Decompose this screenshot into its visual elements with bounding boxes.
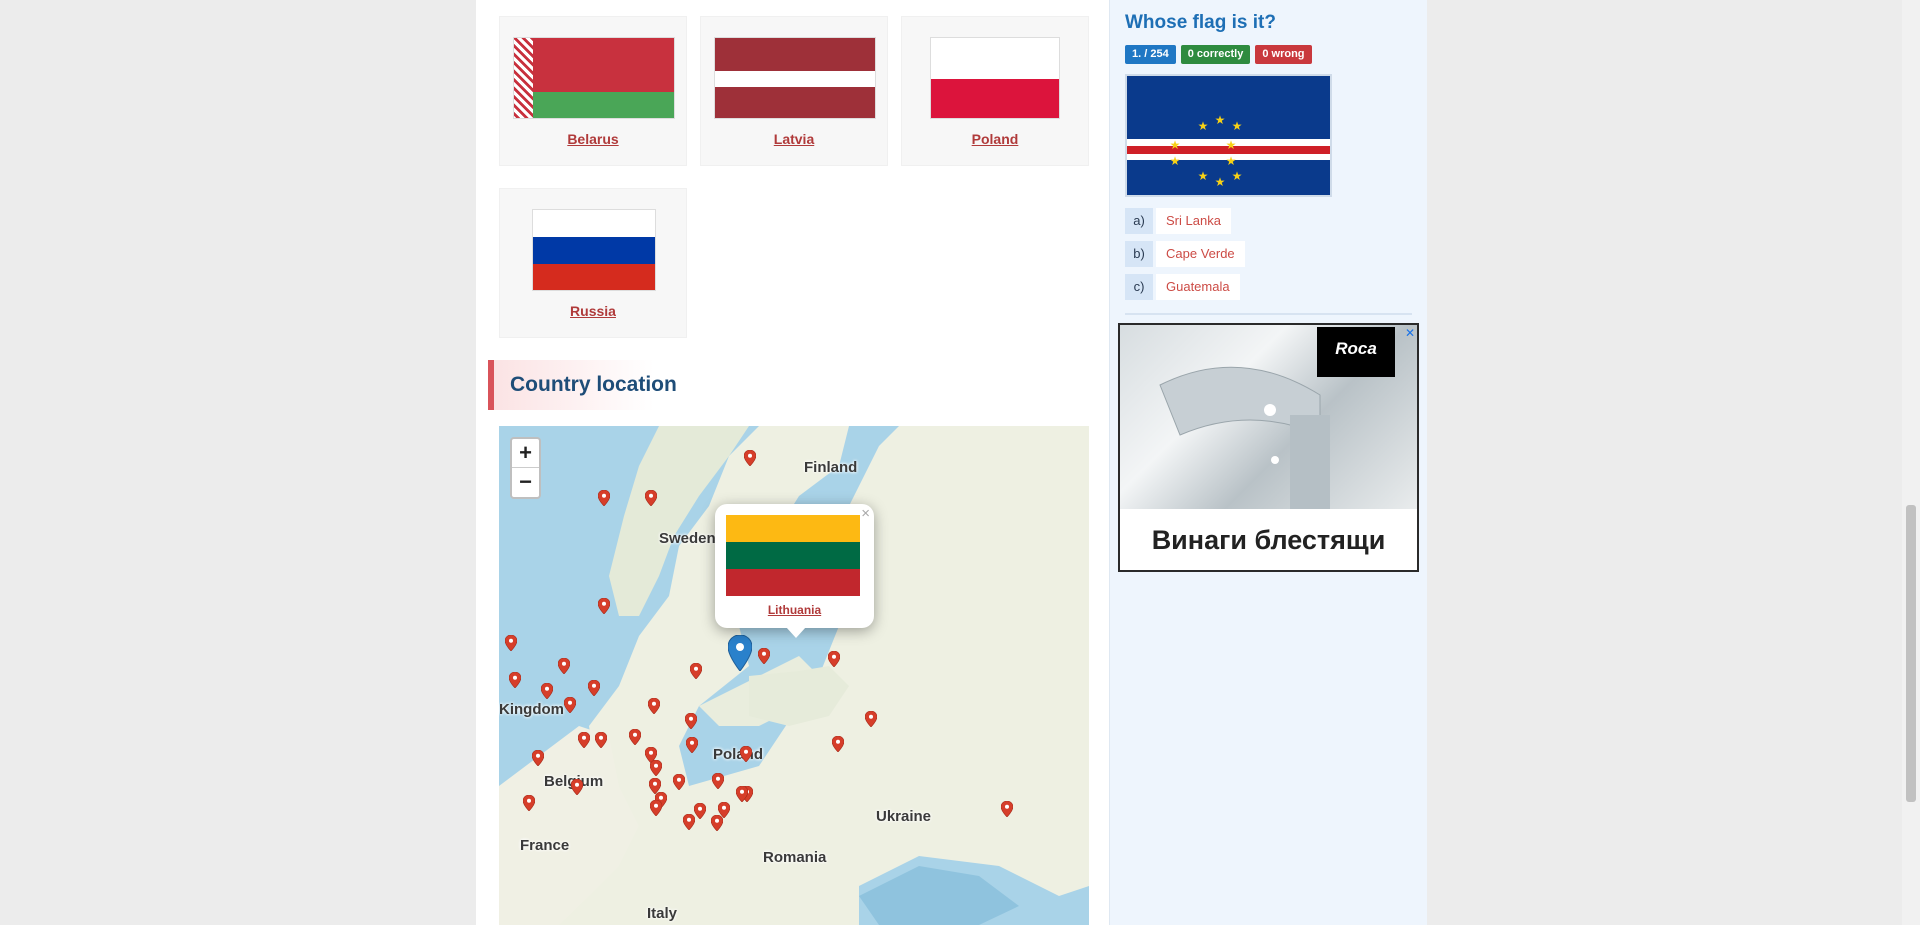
neighbour-card-belarus[interactable]: Belarus [499,16,687,166]
lithuania-flag [726,515,860,596]
map-label: Kingdom [499,701,564,718]
country-marker-icon[interactable] [629,729,641,745]
svg-text:★: ★ [1198,119,1209,133]
country-marker-icon[interactable] [650,800,662,816]
country-marker-icon[interactable] [523,795,535,811]
cape-verde-flag: ★ ★ ★ ★ ★ ★ ★ ★ ★ ★ [1127,76,1330,195]
neighbour-card-poland[interactable]: Poland [901,16,1089,166]
section-heading: Country location [488,360,1088,410]
map-label: Romania [763,849,827,866]
country-marker-icon[interactable] [509,672,521,688]
ad-close-icon[interactable]: ✕ [1405,326,1415,340]
country-marker-icon[interactable] [645,490,657,506]
map-popup: × Lithuania [715,504,874,638]
belarus-flag [513,37,675,119]
country-marker-icon[interactable] [828,651,840,667]
country-marker-icon[interactable] [685,713,697,729]
country-marker-icon[interactable] [598,598,610,614]
country-marker-icon[interactable] [650,760,662,776]
country-marker-icon[interactable] [588,680,600,696]
country-marker-icon[interactable] [690,663,702,679]
russia-flag [532,209,656,291]
country-marker-icon[interactable] [711,815,723,831]
latvia-flag [714,37,876,119]
quiz-flag-image: ★ ★ ★ ★ ★ ★ ★ ★ ★ ★ [1125,74,1332,197]
map-label: Finland [804,459,858,476]
neighbour-name[interactable]: Belarus [500,131,686,147]
country-marker-icon[interactable] [694,803,706,819]
neighbour-name[interactable]: Russia [500,303,686,319]
answer-text[interactable]: Cape Verde [1156,241,1245,267]
progress-badge: 1. / 254 [1125,45,1176,64]
svg-text:★: ★ [1215,113,1226,127]
neighbour-name[interactable]: Latvia [701,131,887,147]
country-marker-icon[interactable] [744,450,756,466]
quiz-stats: 1. / 254 0 correctly 0 wrong [1125,44,1317,64]
map-zoom-control: + − [510,437,541,499]
advertisement-banner[interactable]: Roca ✕ Винаги блестящи [1118,323,1419,572]
country-marker-icon[interactable] [712,773,724,789]
country-marker-icon[interactable] [578,732,590,748]
svg-text:★: ★ [1170,154,1181,168]
country-marker-icon[interactable] [648,698,660,714]
answer-letter: c) [1125,274,1153,300]
country-marker-icon[interactable] [558,658,570,674]
divider [1125,313,1412,315]
popup-close-icon[interactable]: × [861,505,870,522]
answer-text[interactable]: Sri Lanka [1156,208,1231,234]
country-marker-icon[interactable] [683,814,695,830]
country-marker-icon[interactable] [541,683,553,699]
answer-letter: a) [1125,208,1153,234]
country-marker-icon[interactable] [532,750,544,766]
country-marker-icon[interactable] [598,490,610,506]
country-marker-icon[interactable] [505,635,517,651]
quiz-title: Whose flag is it? [1125,12,1276,33]
map-label: Italy [647,905,678,922]
country-marker-icon[interactable] [564,697,576,713]
country-location-map[interactable]: + − Finland Sweden Kingdom Belgium Polan… [499,426,1089,925]
country-marker-icon[interactable] [595,732,607,748]
neighbour-name[interactable]: Poland [902,131,1088,147]
country-marker-icon[interactable] [571,779,583,795]
country-marker-icon[interactable] [865,711,877,727]
country-marker-icon[interactable] [832,736,844,752]
sidebar: Whose flag is it? 1. / 254 0 correctly 0 w… [1109,0,1427,925]
ad-brand-logo: Roca [1317,327,1395,377]
zoom-out-button[interactable]: − [512,468,539,497]
answer-letter: b) [1125,241,1153,267]
neighbour-card-russia[interactable]: Russia [499,188,687,338]
scrollbar-thumb[interactable] [1906,505,1916,802]
country-marker-icon[interactable] [740,746,752,762]
svg-text:★: ★ [1215,175,1226,189]
neighbour-card-latvia[interactable]: Latvia [700,16,888,166]
svg-text:★: ★ [1226,138,1237,152]
country-marker-icon[interactable] [758,648,770,664]
svg-text:★: ★ [1232,119,1243,133]
country-marker-icon[interactable] [686,737,698,753]
map-label: Ukraine [876,808,932,825]
popup-country-link[interactable]: Lithuania [715,603,874,617]
svg-text:★: ★ [1198,169,1209,183]
main-content: Belarus Latvia Poland Russia Country loc… [476,0,1109,925]
zoom-in-button[interactable]: + [512,439,539,468]
page: Belarus Latvia Poland Russia Country loc… [476,0,1427,925]
svg-text:★: ★ [1226,154,1237,168]
wrong-badge: 0 wrong [1255,45,1312,64]
section-title: Country location [510,373,677,396]
map-label: France [520,837,570,854]
svg-text:★: ★ [1232,169,1243,183]
country-marker-icon[interactable] [736,786,748,802]
country-marker-icon[interactable] [673,774,685,790]
map-label: Sweden [659,530,716,547]
country-marker-icon[interactable] [1001,801,1013,817]
svg-text:★: ★ [1170,138,1181,152]
answer-text[interactable]: Guatemala [1156,274,1240,300]
correct-badge: 0 correctly [1180,45,1251,64]
poland-flag [930,37,1060,119]
page-scrollbar[interactable] [1902,0,1920,925]
map-label: Poland [713,746,764,763]
ad-slogan: Винаги блестящи [1151,525,1386,555]
selected-country-marker-icon[interactable] [728,635,752,671]
